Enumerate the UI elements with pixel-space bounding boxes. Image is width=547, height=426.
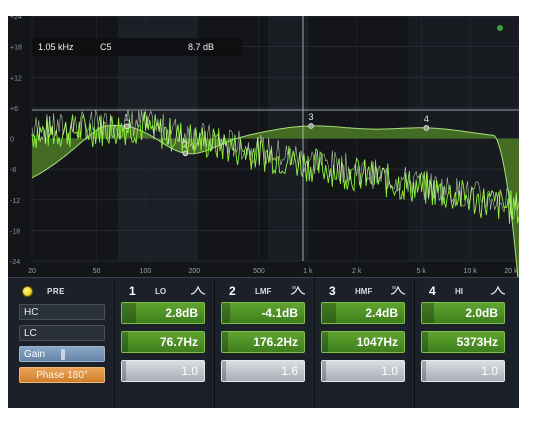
q-value: 1.0 [481, 364, 498, 378]
band-type: LMF [255, 287, 272, 296]
band-type: HMF [355, 287, 373, 296]
q-value: 1.0 [181, 364, 198, 378]
band-handle-2[interactable] [182, 150, 189, 157]
x-tick-label: 20 [28, 268, 36, 275]
y-tick-label: -6 [10, 167, 16, 174]
frequency-value: 176.2Hz [253, 335, 298, 349]
readout-note: C5 [100, 42, 112, 52]
high-cut-button[interactable]: HC [19, 304, 105, 320]
gain-value: -4.1dB [261, 306, 298, 320]
bell-shape-icon[interactable] [191, 285, 205, 295]
band-handle-1[interactable] [123, 123, 130, 130]
eq-plugin-window: +24 +18 +12 +6 0 -6 -12 -18 -24 20 50 100 200 500 1 k… [8, 16, 519, 408]
gain-slider[interactable]: Gain [19, 346, 105, 362]
bell-variant-shape-icon[interactable] [391, 285, 405, 295]
gain-value: 2.8dB [165, 306, 198, 320]
band-4-frequency-field[interactable]: 5373Hz [421, 331, 505, 353]
phase-invert-button[interactable]: Phase 180° [19, 367, 105, 383]
band-handle-3[interactable] [308, 123, 314, 129]
readout-frequency: 1.05 kHz [38, 42, 74, 52]
band-3-gain-field[interactable]: 2.4dB [321, 302, 405, 324]
x-tick-label: 5 k [417, 268, 427, 275]
frequency-value: 1047Hz [356, 335, 398, 349]
x-tick-label: 100 [140, 268, 152, 275]
band-type: HI [455, 287, 463, 296]
pre-header: PRE [22, 284, 65, 298]
x-tick-label: 50 [93, 268, 101, 275]
low-cut-button[interactable]: LC [19, 325, 105, 341]
band-handle-label: 4 [424, 114, 429, 124]
readout-gain: 8.7 dB [188, 42, 214, 52]
band-handle-label: 2 [183, 139, 188, 149]
pre-label: PRE [47, 286, 65, 296]
band-2-frequency-field[interactable]: 176.2Hz [221, 331, 305, 353]
band-4-section: 4 HI 2.0dB 5373Hz 1.0 [415, 278, 519, 408]
y-tick-label: +12 [10, 75, 22, 82]
band-3-q-field[interactable]: 1.0 [321, 360, 405, 382]
band-2-section: 2 LMF -4.1dB 176.2Hz 1.6 [215, 278, 315, 408]
band-header: 3 HMF [315, 284, 415, 298]
high-cut-label: HC [24, 307, 39, 318]
y-tick-label: -18 [10, 228, 20, 235]
band-header: 2 LMF [215, 284, 315, 298]
band-3-section: 3 HMF 2.4dB 1047Hz 1.0 [315, 278, 415, 408]
band-number: 1 [129, 284, 136, 298]
band-number: 2 [229, 284, 236, 298]
status-led-icon [497, 25, 503, 31]
low-cut-label: LC [24, 328, 37, 339]
q-value: 1.0 [381, 364, 398, 378]
band-1-gain-field[interactable]: 2.8dB [121, 302, 205, 324]
x-tick-label: 20 k [504, 268, 518, 275]
gain-slider-handle[interactable] [61, 349, 65, 360]
y-tick-label: -24 [10, 259, 20, 266]
band-handle-label: 1 [124, 112, 129, 122]
band-header: 1 LO [115, 284, 215, 298]
gain-value: 2.4dB [365, 306, 398, 320]
bell-shape-icon[interactable] [491, 285, 505, 295]
band-4-gain-field[interactable]: 2.0dB [421, 302, 505, 324]
pre-section: PRE HC LC Gain Phase 180° [8, 278, 115, 408]
band-handle-label: 3 [309, 112, 314, 122]
x-tick-label: 1 k [303, 268, 313, 275]
band-handle-4[interactable] [423, 125, 430, 131]
y-tick-label: +6 [10, 106, 18, 113]
y-tick-label: -12 [10, 198, 20, 205]
band-2-q-field[interactable]: 1.6 [221, 360, 305, 382]
eq-graph[interactable]: +24 +18 +12 +6 0 -6 -12 -18 -24 20 50 100 200 500 1 k… [8, 16, 519, 277]
gain-label: Gain [24, 349, 46, 360]
x-tick-label: 10 k [464, 268, 478, 275]
band-4-q-field[interactable]: 1.0 [421, 360, 505, 382]
band-2-gain-field[interactable]: -4.1dB [221, 302, 305, 324]
q-value: 1.6 [281, 364, 298, 378]
band-type: LO [155, 287, 167, 296]
frequency-value: 5373Hz [456, 335, 498, 349]
phase-label: Phase 180° [36, 370, 88, 381]
band-1-frequency-field[interactable]: 76.7Hz [121, 331, 205, 353]
y-tick-label: +18 [10, 45, 22, 52]
band-number: 4 [429, 284, 436, 298]
y-tick-label: +24 [10, 16, 22, 21]
gain-value: 2.0dB [465, 306, 498, 320]
y-tick-label: 0 [10, 137, 14, 144]
frequency-value: 76.7Hz [159, 335, 198, 349]
control-panel: PRE HC LC Gain Phase 180° 1 LO 2.8dB 76.… [8, 277, 519, 408]
band-header: 4 HI [415, 284, 515, 298]
x-tick-label: 500 [253, 268, 265, 275]
x-tick-label: 200 [188, 268, 200, 275]
band-number: 3 [329, 284, 336, 298]
band-3-frequency-field[interactable]: 1047Hz [321, 331, 405, 353]
bell-variant-shape-icon[interactable] [291, 285, 305, 295]
band-1-q-field[interactable]: 1.0 [121, 360, 205, 382]
band-1-section: 1 LO 2.8dB 76.7Hz 1.0 [115, 278, 215, 408]
pre-enable-led-icon[interactable] [22, 285, 33, 297]
x-tick-label: 2 k [352, 268, 362, 275]
